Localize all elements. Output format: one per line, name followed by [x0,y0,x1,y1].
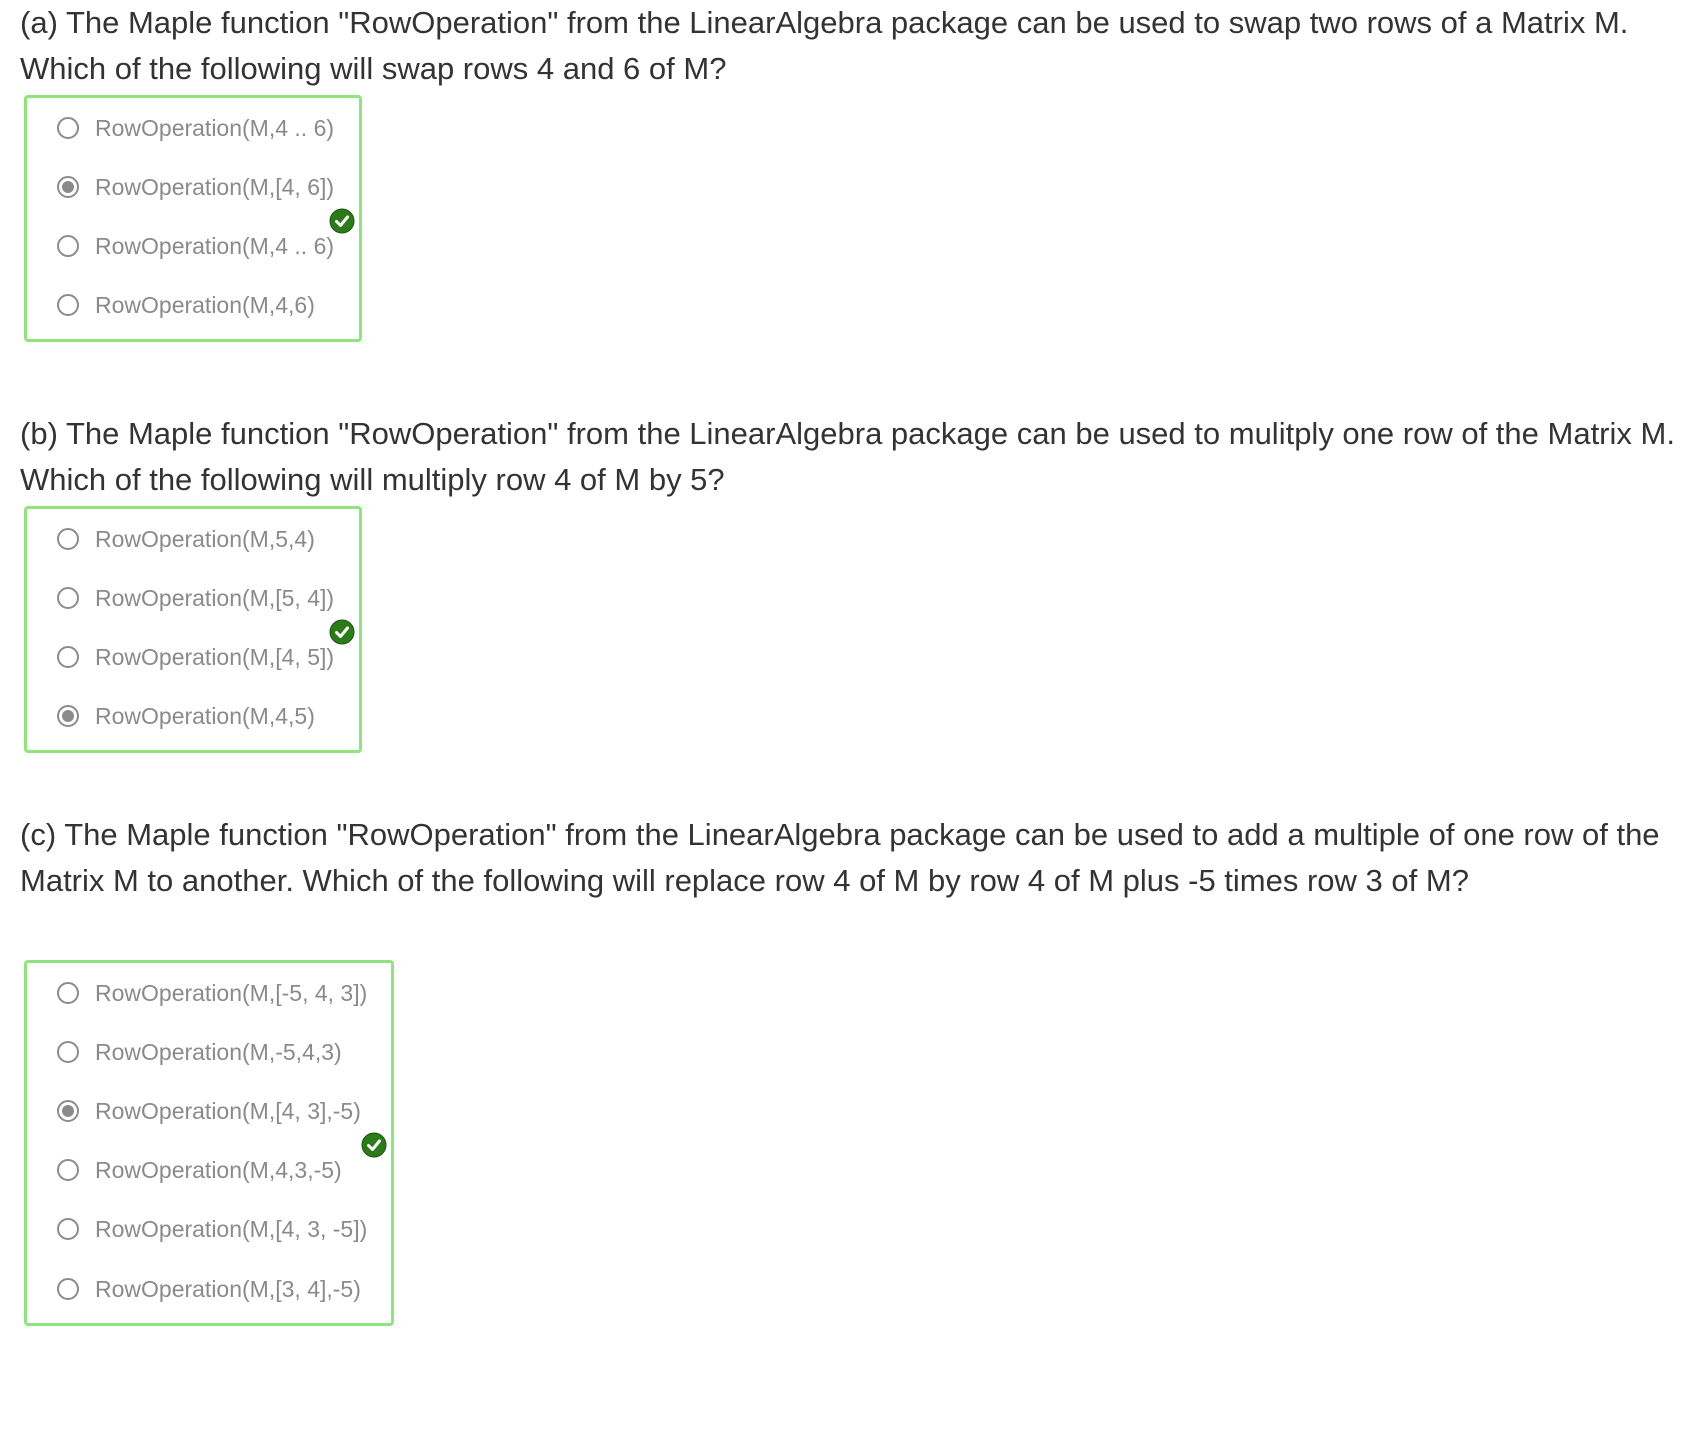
radio-button[interactable] [57,587,79,609]
radio-button-selected[interactable] [57,176,79,198]
radio-button[interactable] [57,1218,79,1240]
radio-button[interactable] [57,1278,79,1300]
option-label: RowOperation(M,4,3,-5) [95,1156,342,1183]
radio-button-selected[interactable] [57,1100,79,1122]
radio-button[interactable] [57,1041,79,1063]
radio-button[interactable] [57,294,79,316]
radio-button-selected[interactable] [57,705,79,727]
radio-button[interactable] [57,235,79,257]
option-label: RowOperation(M,4,6) [95,291,315,318]
question-c-option-4[interactable]: RowOperation(M,4,3,-5) [57,1155,342,1185]
question-a-option-2[interactable]: RowOperation(M,[4, 6]) [57,172,334,202]
option-label: RowOperation(M,[4, 3, -5]) [95,1215,368,1242]
option-label: RowOperation(M,[-5, 4, 3]) [95,979,368,1006]
option-label: RowOperation(M,[4, 6]) [95,173,335,200]
question-c-option-1[interactable]: RowOperation(M,[-5, 4, 3]) [57,978,367,1008]
option-label: RowOperation(M,4,5) [95,702,315,729]
correct-check-icon [329,208,355,234]
option-label: RowOperation(M,4 .. 6) [95,114,335,141]
question-b-text: (b) The Maple function "RowOperation" fr… [20,416,1675,497]
radio-button[interactable] [57,528,79,550]
question-b-choices: RowOperation(M,5,4) RowOperation(M,[5, 4… [24,506,362,753]
radio-button[interactable] [57,982,79,1004]
radio-button[interactable] [57,117,79,139]
question-a-text: (a) The Maple function "RowOperation" fr… [20,5,1629,86]
question-c-option-2[interactable]: RowOperation(M,-5,4,3) [57,1037,342,1067]
question-a-option-1[interactable]: RowOperation(M,4 .. 6) [57,113,334,143]
radio-button[interactable] [57,1159,79,1181]
question-c-option-6[interactable]: RowOperation(M,[3, 4],-5) [57,1274,361,1304]
question-c-choices: RowOperation(M,[-5, 4, 3]) RowOperation(… [24,960,394,1326]
option-label: RowOperation(M,5,4) [95,525,315,552]
question-c-text: (c) The Maple function "RowOperation" fr… [20,817,1660,898]
option-label: RowOperation(M,[3, 4],-5) [95,1275,361,1302]
option-label: RowOperation(M,[4, 5]) [95,643,335,670]
option-label: RowOperation(M,4 .. 6) [95,232,335,259]
question-c-option-3[interactable]: RowOperation(M,[4, 3],-5) [57,1096,361,1126]
question-b-option-1[interactable]: RowOperation(M,5,4) [57,524,315,554]
option-label: RowOperation(M,-5,4,3) [95,1038,342,1065]
option-label: RowOperation(M,[4, 3],-5) [95,1097,361,1124]
correct-check-icon [329,619,355,645]
question-b-option-4[interactable]: RowOperation(M,4,5) [57,701,315,731]
question-b-option-3[interactable]: RowOperation(M,[4, 5]) [57,642,334,672]
radio-button[interactable] [57,646,79,668]
correct-check-icon [361,1132,387,1158]
question-c-option-5[interactable]: RowOperation(M,[4, 3, -5]) [57,1214,367,1244]
question-a-option-3[interactable]: RowOperation(M,4 .. 6) [57,231,334,261]
question-a-choices: RowOperation(M,4 .. 6) RowOperation(M,[4… [24,95,362,342]
question-a-option-4[interactable]: RowOperation(M,4,6) [57,290,315,320]
question-b-option-2[interactable]: RowOperation(M,[5, 4]) [57,583,334,613]
option-label: RowOperation(M,[5, 4]) [95,584,335,611]
